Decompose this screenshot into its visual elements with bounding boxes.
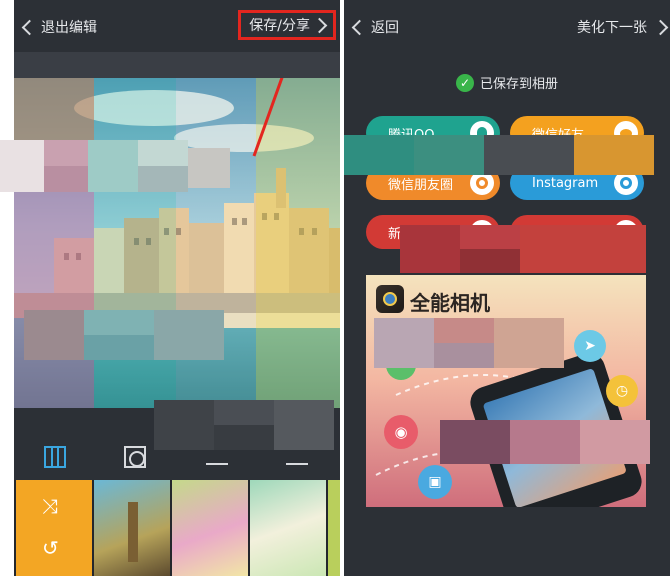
right-phone-screen: 返回 美化下一张 ✓ 已保存到相册 腾讯QQ 微信好友 微信朋友圈 Instag…	[344, 0, 670, 576]
thumbnail-flowers-green[interactable]	[250, 480, 326, 576]
layout-icon[interactable]	[286, 463, 308, 465]
share-top-bar: 返回 美化下一张	[344, 0, 670, 52]
random-undo-panel: ⤨ ↺	[16, 480, 92, 576]
frame-icon[interactable]	[124, 446, 146, 468]
next-photo-button[interactable]: 美化下一张	[577, 17, 669, 37]
chevron-right-icon	[311, 17, 328, 33]
ad-title: 全能相机	[410, 291, 490, 315]
clock-icon: ◷	[606, 375, 638, 407]
pixelated-region	[154, 400, 334, 450]
pixelated-region	[440, 420, 650, 464]
thumbnail-big-ben[interactable]	[94, 480, 170, 576]
camera-icon: ◉	[384, 415, 418, 449]
pixelated-region	[24, 310, 224, 360]
app-ad-banner[interactable]: 全能相机 相机 ➤ ◷ ◉ ▣	[366, 275, 646, 507]
saved-status: ✓ 已保存到相册	[456, 73, 558, 92]
app-logo-icon	[376, 285, 404, 313]
saved-status-label: 已保存到相册	[480, 77, 559, 92]
edit-top-bar: 退出编辑 保存/分享	[14, 0, 340, 52]
crop-icon[interactable]	[206, 463, 228, 465]
exit-edit-label: 退出编辑	[41, 20, 97, 36]
next-photo-label: 美化下一张	[577, 20, 647, 36]
chevron-right-icon	[652, 19, 669, 35]
thumbnail-partial[interactable]	[328, 480, 340, 576]
left-phone-screen: 退出编辑 保存/分享 ⤨ ↺	[14, 0, 340, 576]
pixelated-region	[374, 318, 564, 368]
gallery-icon: ▣	[418, 465, 452, 499]
toolbar-strip	[14, 52, 340, 78]
check-icon: ✓	[456, 73, 474, 92]
back-label: 返回	[371, 20, 399, 36]
filter-thumbnails: ⤨ ↺	[14, 480, 340, 576]
columns-icon[interactable]	[44, 446, 66, 468]
chevron-left-icon	[351, 19, 368, 35]
share-moments-label: 微信朋友圈	[388, 177, 454, 193]
pixelated-region	[400, 225, 646, 273]
save-share-label: 保存/分享	[249, 18, 310, 34]
exit-edit-button[interactable]: 退出编辑	[21, 17, 97, 37]
pixelated-region	[0, 140, 230, 192]
back-button[interactable]: 返回	[351, 17, 399, 37]
save-share-button[interactable]: 保存/分享	[238, 10, 336, 40]
shuffle-icon[interactable]: ⤨	[42, 494, 58, 518]
pixelated-region	[344, 135, 654, 175]
share-instagram-label: Instagram	[532, 175, 599, 191]
thumbnail-flowers-pink[interactable]	[172, 480, 248, 576]
send-icon: ➤	[574, 330, 606, 362]
chevron-left-icon	[21, 19, 38, 35]
undo-icon[interactable]: ↺	[42, 536, 59, 560]
